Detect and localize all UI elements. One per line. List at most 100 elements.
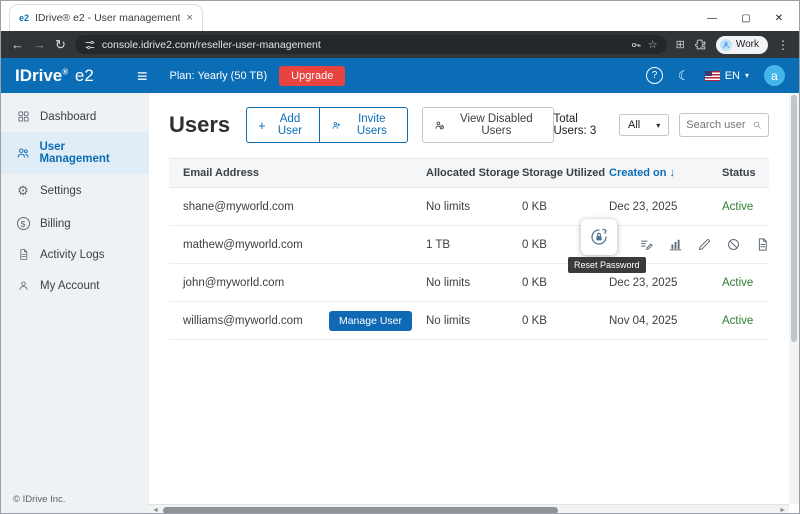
sidebar: Dashboard User Management ⚙ Settings $ B…	[1, 93, 149, 514]
allocated-storage: No limits	[426, 277, 522, 289]
storage-utilized: 0 KB	[522, 315, 609, 327]
bookmark-star-icon[interactable]: ☆	[648, 38, 658, 51]
table-row[interactable]: mathew@myworld.com 1 TB 0 KB Rese	[169, 226, 769, 264]
disabled-user-icon	[434, 119, 445, 132]
window-close-button[interactable]: ✕	[775, 13, 783, 24]
url-text[interactable]: console.idrive2.com/reseller-user-manage…	[102, 39, 624, 51]
back-button[interactable]: ←	[11, 38, 24, 51]
site-settings-icon[interactable]	[84, 39, 96, 51]
column-header-utilized: Storage Utilized	[522, 159, 609, 187]
billing-icon: $	[15, 217, 31, 230]
page-body: Dashboard User Management ⚙ Settings $ B…	[1, 93, 799, 514]
help-icon[interactable]: ?	[646, 67, 663, 84]
edit-note-icon[interactable]	[639, 237, 654, 252]
chevron-down-icon: ▾	[656, 121, 660, 130]
user-filter-select[interactable]: All ▾	[619, 114, 669, 136]
action-icons-row	[639, 237, 770, 252]
user-actions-group: + Add User Invite Users	[246, 107, 408, 143]
chevron-down-icon: ▾	[745, 71, 749, 80]
browser-tab[interactable]: e2 IDrive® e2 - User management ×	[9, 4, 203, 31]
column-header-allocated: Allocated Storage	[426, 159, 522, 187]
tab-strip: e2 IDrive® e2 - User management × — ▢ ✕	[1, 1, 799, 31]
scroll-right-icon[interactable]: ►	[779, 507, 786, 514]
created-on: Dec 23, 2025	[609, 201, 722, 213]
sidebar-item-label: Billing	[40, 218, 71, 230]
plus-icon: +	[258, 119, 266, 132]
dashboard-icon	[15, 110, 31, 123]
user-email: john@myworld.com	[183, 277, 284, 289]
vertical-scrollbar[interactable]	[789, 93, 799, 504]
created-on: Dec 23, 2025	[609, 277, 722, 289]
invite-users-button[interactable]: Invite Users	[319, 107, 408, 143]
storage-utilized: 0 KB	[522, 201, 609, 213]
page-controls: Users + Add User Invite Users View Disab…	[169, 107, 769, 143]
browser-profile-chip[interactable]: Work	[716, 36, 768, 54]
invite-users-label: Invite Users	[348, 113, 396, 137]
sidebar-item-user-management[interactable]: User Management	[1, 132, 149, 174]
column-header-created-sort[interactable]: Created on ↓	[609, 159, 722, 187]
disable-icon[interactable]	[726, 237, 741, 252]
dark-mode-icon[interactable]: ☾	[678, 68, 690, 84]
reset-password-tooltip: Reset Password	[568, 257, 646, 273]
url-bar[interactable]: console.idrive2.com/reseller-user-manage…	[75, 35, 667, 54]
upgrade-button[interactable]: Upgrade	[279, 66, 345, 86]
edit-icon[interactable]	[697, 237, 712, 252]
split-view-icon[interactable]: ⊞	[676, 38, 685, 51]
hamburger-menu-icon[interactable]: ≡	[137, 67, 148, 85]
total-users-label: Total Users: 3	[554, 113, 610, 137]
allocated-storage: 1 TB	[426, 239, 522, 251]
user-email: shane@myworld.com	[183, 201, 294, 213]
profile-avatar-icon	[720, 39, 732, 51]
invite-user-icon	[331, 119, 341, 132]
sidebar-item-label: Settings	[40, 185, 82, 197]
reset-password-button[interactable]	[581, 219, 617, 255]
sidebar-item-dashboard[interactable]: Dashboard	[1, 101, 149, 132]
search-input[interactable]	[686, 119, 751, 131]
created-on: Nov 04, 2025	[609, 315, 722, 327]
sidebar-item-my-account[interactable]: My Account	[1, 270, 149, 301]
account-avatar[interactable]: a	[764, 65, 785, 86]
horizontal-scroll-thumb[interactable]	[163, 507, 558, 514]
scroll-left-icon[interactable]: ◄	[152, 507, 159, 514]
forward-button[interactable]: →	[33, 38, 46, 51]
column-header-email: Email Address	[169, 159, 426, 187]
sidebar-item-billing[interactable]: $ Billing	[1, 208, 149, 239]
add-user-button[interactable]: + Add User	[246, 107, 319, 143]
logs-icon[interactable]	[755, 237, 770, 252]
search-icon[interactable]	[752, 119, 762, 131]
gear-icon: ⚙	[15, 183, 31, 199]
browser-menu-icon[interactable]: ⋮	[777, 38, 789, 52]
tab-favicon-icon: e2	[19, 13, 29, 23]
copyright-label: © IDrive Inc.	[1, 484, 149, 514]
stats-icon[interactable]	[668, 237, 683, 252]
window-minimize-button[interactable]: —	[707, 13, 717, 24]
search-box	[679, 113, 769, 137]
manage-user-button[interactable]: Manage User	[329, 311, 412, 331]
browser-window: e2 IDrive® e2 - User management × — ▢ ✕ …	[0, 0, 800, 514]
us-flag-icon	[705, 71, 720, 81]
tab-close-icon[interactable]: ×	[186, 12, 192, 24]
column-header-status: Status	[722, 159, 769, 187]
table-row[interactable]: williams@myworld.com Manage User No limi…	[169, 302, 769, 340]
view-disabled-users-button[interactable]: View Disabled Users	[422, 107, 553, 143]
window-maximize-button[interactable]: ▢	[741, 13, 750, 24]
header-right-cluster: ? ☾ EN ▾ a	[646, 65, 785, 86]
logs-icon	[15, 248, 31, 261]
users-icon	[15, 146, 30, 160]
vertical-scroll-thumb[interactable]	[791, 95, 797, 342]
sidebar-item-activity-logs[interactable]: Activity Logs	[1, 239, 149, 270]
status-badge: Active	[722, 277, 769, 289]
table-row[interactable]: shane@myworld.com No limits 0 KB Dec 23,…	[169, 188, 769, 226]
idrive-e2-logo: IDrive® e2	[15, 66, 137, 86]
table-row[interactable]: john@myworld.com No limits 0 KB Dec 23, …	[169, 264, 769, 302]
sidebar-item-label: My Account	[40, 280, 99, 292]
created-on-label: Created on	[609, 167, 666, 179]
sidebar-item-settings[interactable]: ⚙ Settings	[1, 174, 149, 208]
extensions-icon[interactable]	[694, 38, 707, 51]
horizontal-scrollbar[interactable]: ◄ ►	[149, 504, 789, 514]
password-key-icon[interactable]	[630, 39, 642, 51]
window-controls: — ▢ ✕	[707, 13, 799, 31]
status-badge: Active	[722, 315, 769, 327]
language-selector[interactable]: EN ▾	[705, 70, 749, 82]
reload-button[interactable]: ↻	[55, 38, 66, 51]
